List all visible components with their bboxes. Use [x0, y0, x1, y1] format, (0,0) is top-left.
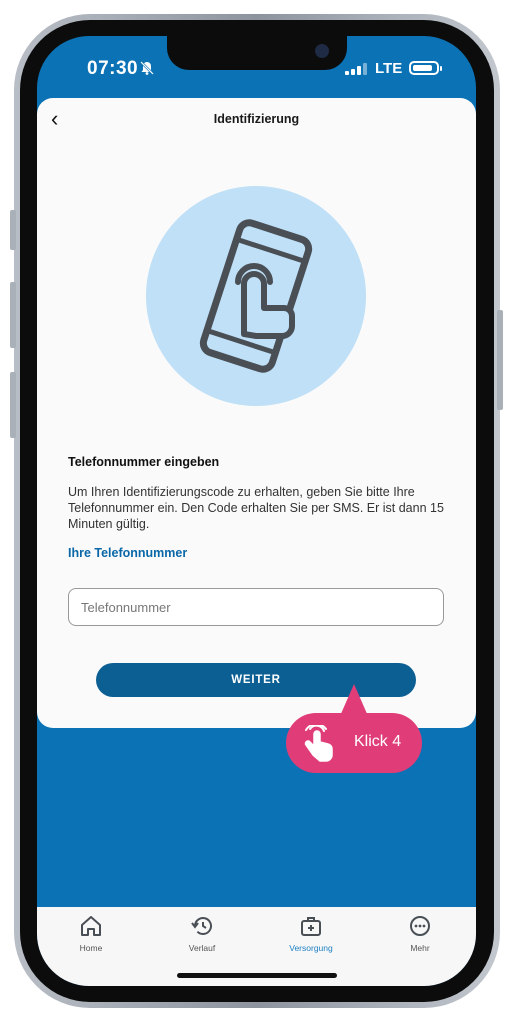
notch	[167, 36, 347, 70]
tab-mehr[interactable]: Mehr	[380, 915, 460, 953]
tab-home[interactable]: Home	[51, 915, 131, 953]
weiter-button[interactable]: WEITER	[96, 663, 416, 697]
history-icon	[191, 917, 212, 935]
instruction-text: Um Ihren Identifizierungscode zu erhalte…	[68, 485, 444, 531]
tab-versorgung-label: Versorgung	[289, 943, 333, 953]
tab-home-label: Home	[79, 943, 103, 953]
tab-versorgung[interactable]: Versorgung	[271, 915, 351, 953]
tab-verlauf-label: Verlauf	[188, 943, 216, 953]
home-icon	[81, 916, 101, 936]
home-indicator	[177, 973, 337, 978]
signal-icon	[345, 63, 367, 75]
status-time: 07:30	[87, 58, 139, 79]
screen: 07:30 LTE ‹ Identifizierung Telefonnumme…	[37, 36, 476, 986]
more-icon	[410, 916, 430, 936]
power-button	[497, 310, 503, 410]
bell-muted-icon	[140, 61, 154, 75]
silent-switch	[10, 210, 16, 250]
battery-level	[413, 65, 432, 71]
tapping-hand-icon	[304, 725, 333, 762]
callout-label: Klick 4	[354, 733, 402, 750]
content-card: ‹ Identifizierung Telefonnummer eingeben…	[37, 98, 476, 728]
callout-pointer	[340, 684, 368, 716]
front-camera	[315, 44, 329, 58]
network-type: LTE	[375, 60, 403, 77]
phone-tap-illustration	[146, 186, 366, 406]
phone-number-link[interactable]: Ihre Telefonnummer	[68, 546, 187, 560]
click-callout: Klick 4	[286, 713, 422, 773]
page-title: Identifizierung	[213, 112, 300, 126]
section-heading: Telefonnummer eingeben	[68, 455, 220, 469]
smartphone-tap-icon	[199, 219, 313, 373]
tab-verlauf[interactable]: Verlauf	[162, 915, 242, 953]
phone-number-input[interactable]	[68, 588, 444, 626]
volume-down-button	[10, 372, 16, 438]
first-aid-kit-icon	[301, 917, 321, 936]
volume-up-button	[10, 282, 16, 348]
battery-icon	[409, 61, 442, 75]
tab-mehr-label: Mehr	[410, 943, 430, 953]
